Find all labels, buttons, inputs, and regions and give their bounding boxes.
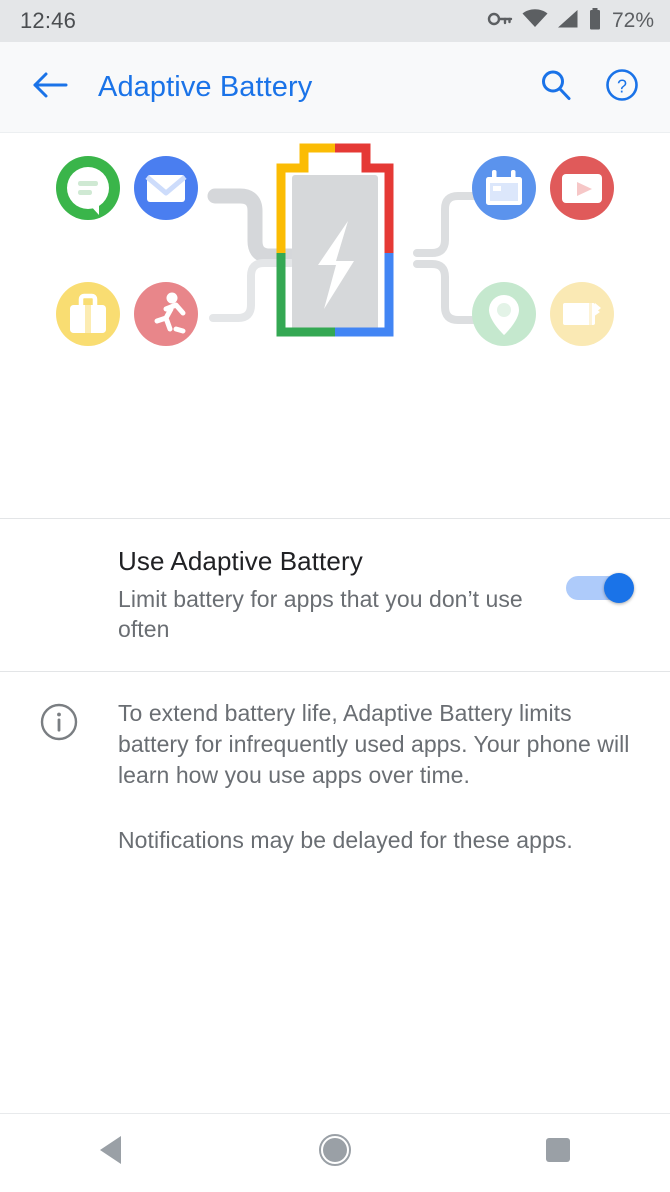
info-paragraph-2: Notifications may be delayed for these a… (118, 827, 573, 854)
recents-square-icon (544, 1136, 572, 1169)
wifi-icon (522, 8, 548, 34)
setting-summary: Limit battery for apps that you don’t us… (118, 585, 523, 643)
info-section: To extend battery life, Adaptive Battery… (0, 672, 670, 857)
mail-app-icon (134, 156, 198, 220)
svg-text:?: ? (617, 76, 627, 96)
switch-thumb (604, 573, 634, 603)
app-bar: Adaptive Battery ? (0, 42, 670, 133)
setting-title: Use Adaptive Battery (118, 546, 363, 576)
info-icon (39, 702, 79, 747)
setting-texts: Use Adaptive Battery Limit battery for a… (118, 546, 566, 645)
battery-percent-label: 72% (611, 9, 654, 32)
home-circle-icon (318, 1133, 352, 1172)
back-arrow-icon (32, 70, 68, 105)
fitness-app-icon (134, 282, 198, 346)
adaptive-battery-illustration (0, 133, 670, 518)
page-title: Adaptive Battery (98, 70, 313, 103)
messages-app-icon (56, 156, 120, 220)
status-time: 12:46 (20, 8, 77, 33)
search-button[interactable] (530, 61, 582, 113)
info-icon-wrap (0, 698, 118, 747)
nav-recents-button[interactable] (510, 1114, 606, 1192)
status-icons: 72% (487, 7, 654, 35)
help-icon: ? (605, 68, 639, 107)
help-button[interactable]: ? (596, 61, 648, 113)
maps-app-icon (472, 282, 536, 346)
battery-graphic (276, 143, 394, 337)
use-adaptive-battery-row[interactable]: Use Adaptive Battery Limit battery for a… (0, 519, 670, 671)
work-app-icon (56, 282, 120, 346)
photos-app-icon (550, 282, 614, 346)
illustration-graphic (56, 143, 614, 346)
adaptive-battery-switch[interactable] (566, 573, 634, 603)
status-bar: 12:46 72% (0, 0, 670, 42)
nav-home-button[interactable] (287, 1114, 383, 1192)
video-app-icon (550, 156, 614, 220)
info-paragraph-1: To extend battery life, Adaptive Battery… (118, 699, 630, 789)
cell-signal-icon (557, 9, 579, 34)
search-icon (539, 68, 573, 107)
info-texts: To extend battery life, Adaptive Battery… (118, 698, 640, 857)
nav-back-button[interactable] (64, 1114, 160, 1192)
calendar-app-icon (472, 156, 536, 220)
battery-icon (588, 7, 602, 35)
system-navigation-bar (0, 1113, 670, 1191)
back-triangle-icon (97, 1134, 127, 1171)
back-button[interactable] (26, 63, 74, 111)
vpn-key-icon (487, 9, 513, 34)
